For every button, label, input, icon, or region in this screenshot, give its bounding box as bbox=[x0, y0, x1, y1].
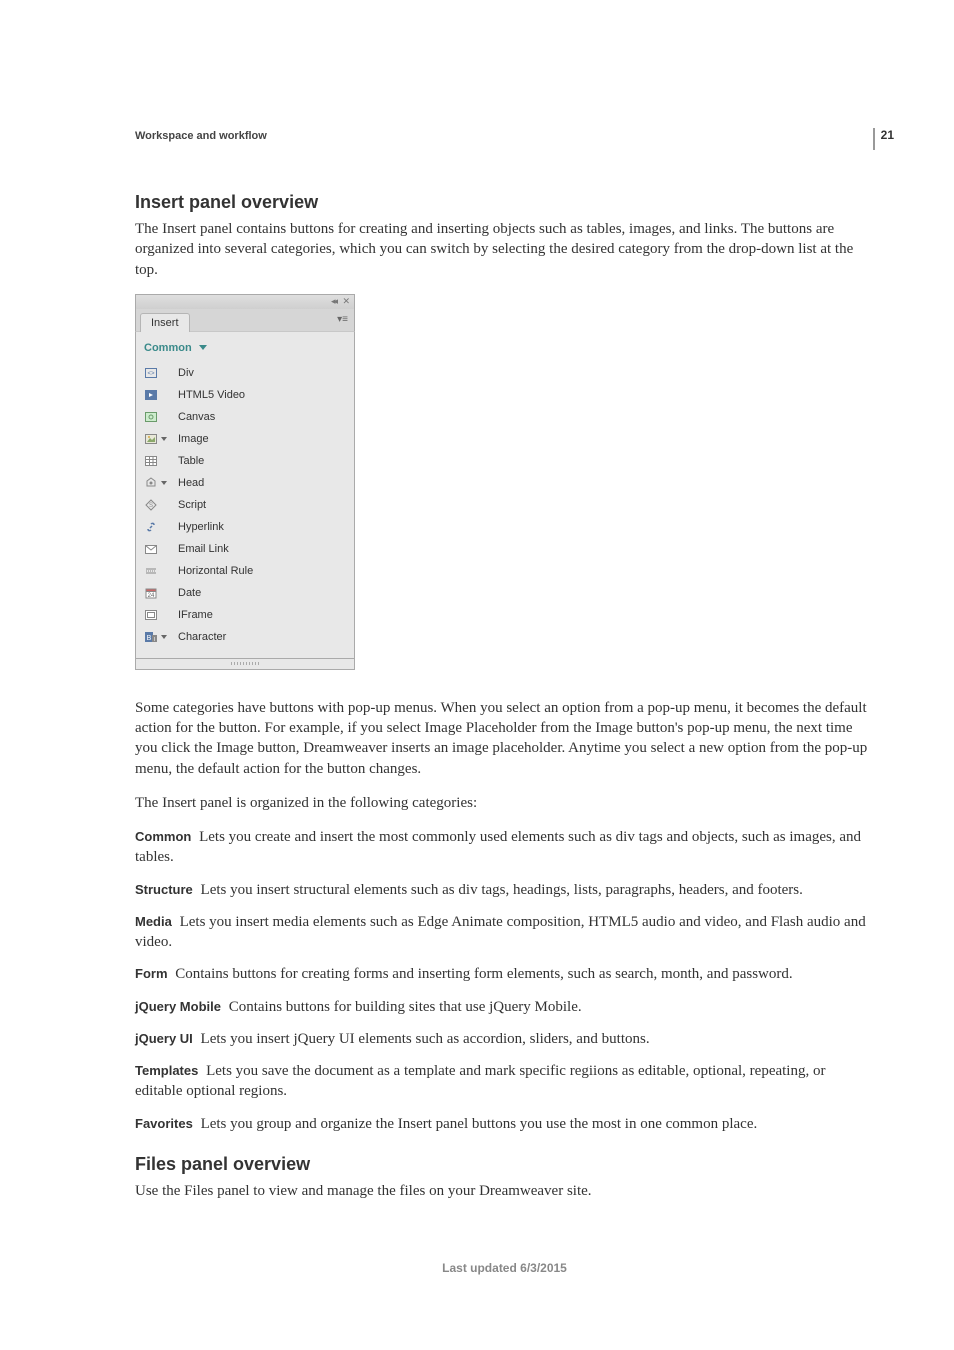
panel-item-label: Table bbox=[178, 455, 204, 467]
definition-text: Lets you group and organize the Insert p… bbox=[197, 1116, 757, 1132]
panel-item-canvas[interactable]: Canvas bbox=[136, 406, 354, 428]
panel-item-label: IFrame bbox=[178, 609, 213, 621]
panel-item-date[interactable]: Date bbox=[136, 582, 354, 604]
hyper-icon bbox=[144, 520, 158, 534]
definition-text: Lets you create and insert the most comm… bbox=[135, 829, 861, 865]
definition-item: Common Lets you create and insert the mo… bbox=[135, 827, 874, 868]
page-number-bar: 21 bbox=[873, 128, 894, 150]
iframe-icon bbox=[144, 608, 158, 622]
html5v-icon bbox=[144, 388, 158, 402]
panel-item-label: Head bbox=[178, 477, 204, 489]
date-icon bbox=[144, 586, 158, 600]
panel-item-label: Hyperlink bbox=[178, 521, 224, 533]
image-icon bbox=[144, 432, 158, 446]
panel-item-label: Date bbox=[178, 587, 201, 599]
panel-category-label: Common bbox=[144, 342, 192, 354]
definition-term: Templates bbox=[135, 1063, 198, 1078]
head-icon bbox=[144, 476, 158, 490]
canvas-icon bbox=[144, 410, 158, 424]
definition-text: Lets you save the document as a template… bbox=[135, 1063, 825, 1099]
panel-titlebar: ◂◂ ✕ bbox=[135, 294, 355, 309]
definition-term: Common bbox=[135, 829, 191, 844]
table-icon bbox=[144, 454, 158, 468]
definition-item: Media Lets you insert media elements suc… bbox=[135, 912, 874, 953]
definition-term: Form bbox=[135, 966, 168, 981]
definition-item: jQuery Mobile Contains buttons for build… bbox=[135, 997, 874, 1017]
char-icon bbox=[144, 630, 158, 644]
email-icon bbox=[144, 542, 158, 556]
para-popup-menus: Some categories have buttons with pop-up… bbox=[135, 698, 874, 779]
panel-item-script[interactable]: Script bbox=[136, 494, 354, 516]
panel-item-html5v[interactable]: HTML5 Video bbox=[136, 384, 354, 406]
definition-term: Media bbox=[135, 914, 172, 929]
panel-item-label: Horizontal Rule bbox=[178, 565, 253, 577]
panel-item-label: Image bbox=[178, 433, 209, 445]
panel-tab-insert[interactable]: Insert bbox=[140, 313, 190, 332]
definition-text: Lets you insert structural elements such… bbox=[197, 882, 803, 898]
heading-files-panel-overview: Files panel overview bbox=[135, 1154, 874, 1175]
panel-item-label: Email Link bbox=[178, 543, 229, 555]
definition-term: jQuery UI bbox=[135, 1031, 193, 1046]
heading-insert-panel-overview: Insert panel overview bbox=[135, 192, 874, 213]
panel-item-label: Div bbox=[178, 367, 194, 379]
insert-panel-figure: ◂◂ ✕ Insert ▾≡ Common Div HTML5 Video Canv… bbox=[135, 294, 355, 670]
panel-tab-strip: Insert ▾≡ bbox=[135, 309, 355, 331]
panel-tab-label: Insert bbox=[151, 317, 179, 329]
panel-item-table[interactable]: Table bbox=[136, 450, 354, 472]
para-categories-intro: The Insert panel is organized in the fol… bbox=[135, 793, 874, 813]
definition-term: Favorites bbox=[135, 1116, 193, 1131]
dropdown-caret-icon bbox=[199, 345, 207, 350]
definition-item: Templates Lets you save the document as … bbox=[135, 1061, 874, 1102]
running-header: Workspace and workflow bbox=[135, 130, 874, 142]
page-number: 21 bbox=[881, 128, 894, 142]
panel-resize-handle[interactable] bbox=[135, 659, 355, 670]
panel-item-iframe[interactable]: IFrame bbox=[136, 604, 354, 626]
panel-category-dropdown[interactable]: Common bbox=[136, 338, 354, 362]
definition-text: Contains buttons for creating forms and … bbox=[172, 966, 793, 982]
panel-item-label: Script bbox=[178, 499, 206, 511]
panel-item-char[interactable]: Character bbox=[136, 626, 354, 648]
panel-item-label: HTML5 Video bbox=[178, 389, 245, 401]
submenu-caret-icon[interactable] bbox=[160, 437, 168, 441]
definition-term: jQuery Mobile bbox=[135, 999, 221, 1014]
panel-item-div[interactable]: Div bbox=[136, 362, 354, 384]
panel-collapse-icon[interactable]: ◂◂ bbox=[331, 296, 336, 306]
panel-item-label: Canvas bbox=[178, 411, 215, 423]
resize-grip-icon bbox=[231, 662, 259, 665]
panel-item-head[interactable]: Head bbox=[136, 472, 354, 494]
panel-item-label: Character bbox=[178, 631, 226, 643]
submenu-caret-icon[interactable] bbox=[160, 481, 168, 485]
panel-close-icon[interactable]: ✕ bbox=[342, 296, 350, 306]
definition-item: Favorites Lets you group and organize th… bbox=[135, 1114, 874, 1134]
definition-item: Form Contains buttons for creating forms… bbox=[135, 964, 874, 984]
definition-text: Lets you insert media elements such as E… bbox=[135, 914, 866, 950]
script-icon bbox=[144, 498, 158, 512]
submenu-caret-icon[interactable] bbox=[160, 635, 168, 639]
div-icon bbox=[144, 366, 158, 380]
definition-item: Structure Lets you insert structural ele… bbox=[135, 880, 874, 900]
panel-item-email[interactable]: Email Link bbox=[136, 538, 354, 560]
para-files-intro: Use the Files panel to view and manage t… bbox=[135, 1181, 874, 1201]
para-insert-intro: The Insert panel contains buttons for cr… bbox=[135, 219, 874, 280]
panel-item-hyper[interactable]: Hyperlink bbox=[136, 516, 354, 538]
definition-text: Contains buttons for building sites that… bbox=[225, 999, 582, 1015]
definition-item: jQuery UI Lets you insert jQuery UI elem… bbox=[135, 1029, 874, 1049]
panel-body: Common Div HTML5 Video Canvas Image Table Hea… bbox=[135, 331, 355, 659]
panel-item-image[interactable]: Image bbox=[136, 428, 354, 450]
page-number-rule bbox=[873, 128, 875, 150]
definition-term: Structure bbox=[135, 882, 193, 897]
panel-flyout-menu-icon[interactable]: ▾≡ bbox=[337, 314, 348, 325]
hr-icon bbox=[144, 564, 158, 578]
footer-last-updated: Last updated 6/3/2015 bbox=[135, 1261, 874, 1275]
definition-text: Lets you insert jQuery UI elements such … bbox=[197, 1031, 650, 1047]
panel-item-hr[interactable]: Horizontal Rule bbox=[136, 560, 354, 582]
